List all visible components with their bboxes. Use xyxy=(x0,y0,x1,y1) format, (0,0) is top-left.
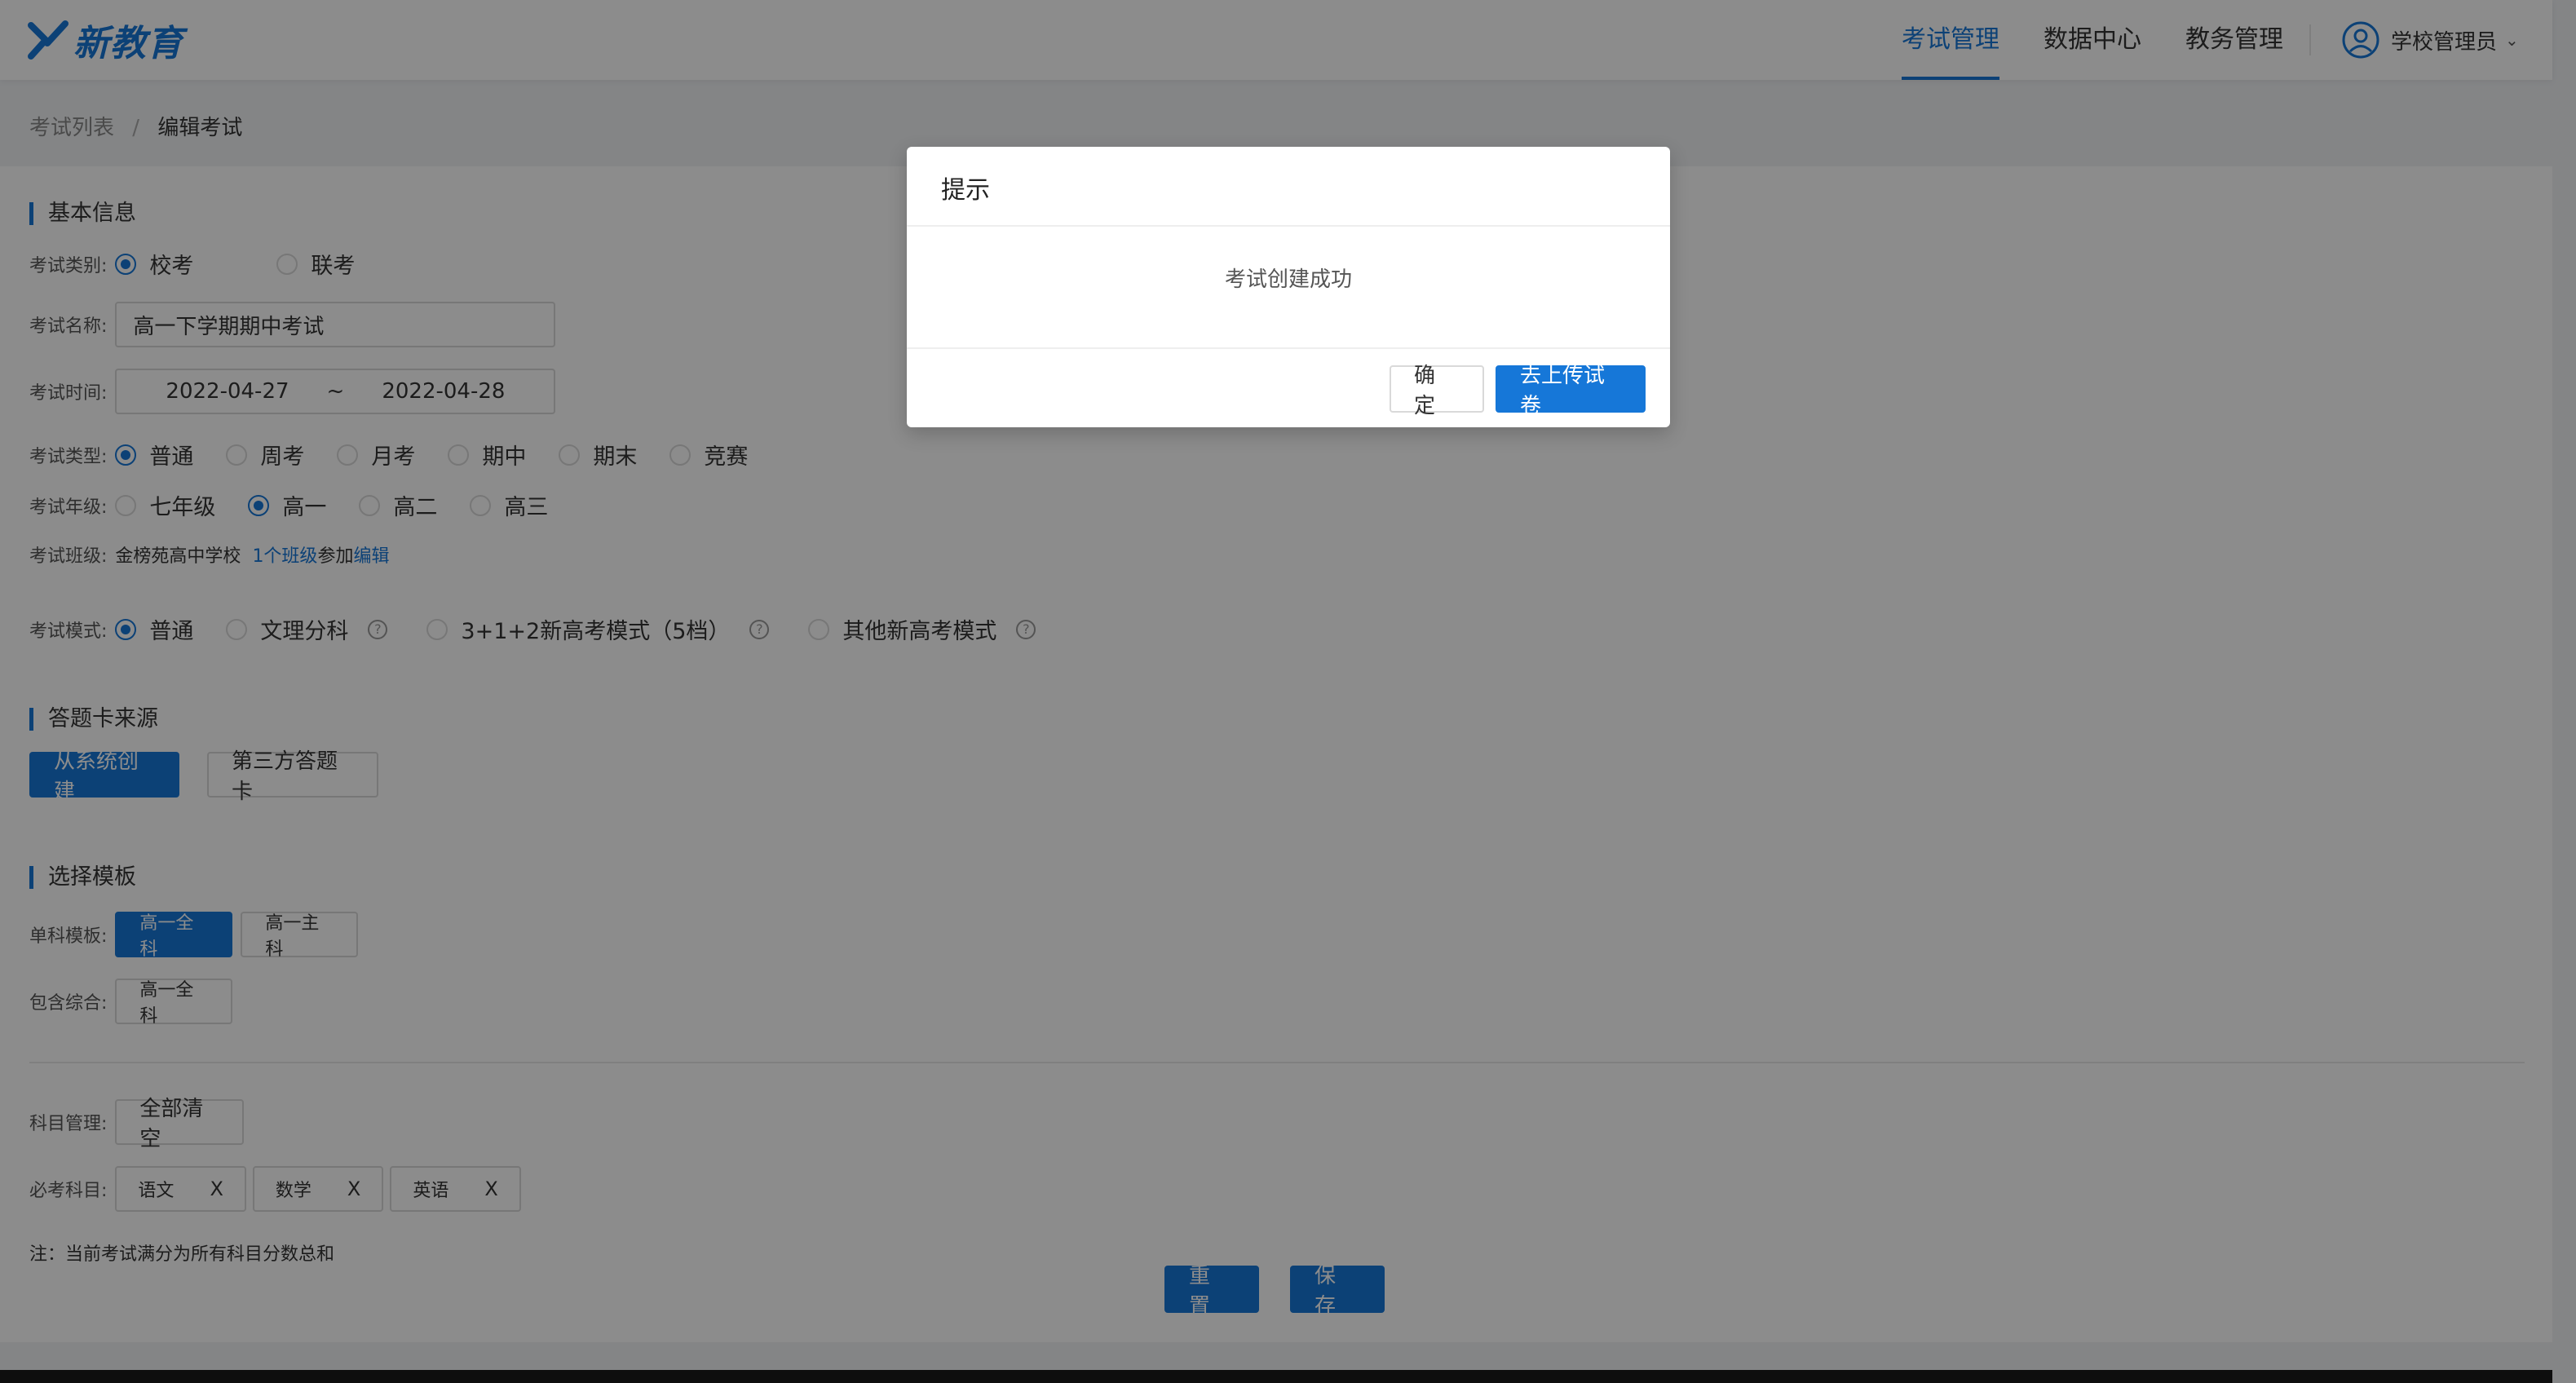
dialog-header-divider xyxy=(907,225,1670,227)
exam-edit-page: 新教育 考试管理 数据中心 教务管理 学校管理员 ⌄ 考试列表 / 编辑考试 基… xyxy=(0,0,2576,1383)
success-dialog: 提示 考试创建成功 确 定 去上传试卷 xyxy=(907,147,1670,427)
dialog-title: 提示 xyxy=(941,176,990,205)
dialog-actions: 确 定 去上传试卷 xyxy=(1378,364,1646,418)
dialog-upload-paper-button[interactable]: 去上传试卷 xyxy=(1496,364,1646,418)
dialog-footer-divider xyxy=(907,347,1670,349)
dialog-message: 考试创建成功 xyxy=(1224,267,1352,292)
dialog-confirm-button[interactable]: 确 定 xyxy=(1390,364,1484,418)
